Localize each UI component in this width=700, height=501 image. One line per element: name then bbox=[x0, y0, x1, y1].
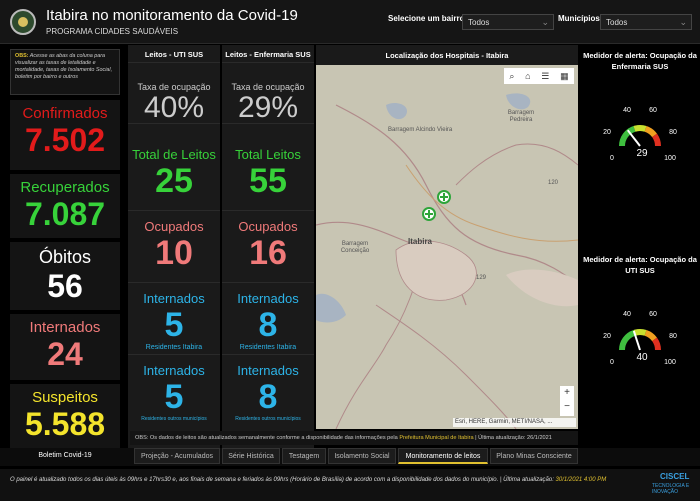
label-barragem-conceicao: Barragem Conceição bbox=[340, 241, 370, 254]
gauge-value: 29 bbox=[636, 148, 648, 159]
gauge-tick-label: 0 bbox=[610, 359, 614, 366]
chevron-down-icon: ⌄ bbox=[679, 17, 687, 27]
municipio-label: Municípios: bbox=[558, 14, 603, 23]
grid-icon[interactable]: ▦ bbox=[560, 71, 569, 82]
gauge-tick-label: 40 bbox=[623, 107, 631, 114]
gauge-band bbox=[619, 330, 636, 351]
uti-internados-outros: Internados 5 Residentes outros município… bbox=[141, 363, 207, 422]
tab-serie-historica[interactable]: Série Histórica bbox=[222, 448, 280, 464]
label-road-129: 129 bbox=[476, 275, 487, 281]
gauge-band bbox=[652, 337, 661, 351]
gauge-band bbox=[652, 133, 661, 147]
uti-taxa: Taxa de ocupação 40% bbox=[128, 64, 220, 124]
gauge-enfermaria-title: Medidor de alerta: Ocupação da Enfermari… bbox=[583, 51, 697, 71]
leitos-note: OBS: Os dados de leitos são atualizados … bbox=[130, 431, 578, 445]
enf-ocupados: Ocupados 16 bbox=[222, 213, 314, 283]
zoom-out-button[interactable]: − bbox=[560, 400, 574, 414]
page-subtitle: PROGRAMA CIDADES SAUDÁVEIS bbox=[46, 27, 179, 36]
gauge-uti-title: Medidor de alerta: Ocupação da UTI SUS bbox=[583, 255, 697, 275]
map-title: Localização dos Hospitais - Itabira bbox=[316, 45, 578, 65]
stat-suspeitos: Suspeitos 5.588 bbox=[10, 384, 120, 448]
bairro-label: Selecione um bairro: bbox=[388, 14, 468, 23]
enf-total: Total Leitos 55 bbox=[222, 141, 314, 211]
gauge-enfermaria: Medidor de alerta: Ocupação da Enfermari… bbox=[580, 50, 700, 197]
uti-internados: Internados 5 Residentes Itabira bbox=[128, 285, 220, 355]
gauge-value: 40 bbox=[636, 352, 648, 363]
enf-taxa: Taxa de ocupação 29% bbox=[222, 64, 314, 124]
gauge-tick-label: 20 bbox=[603, 333, 611, 340]
stat-internados: Internados 24 bbox=[10, 314, 120, 380]
enf-header: Leitos - Enfermaria SUS bbox=[222, 45, 314, 63]
page-title: Itabira no monitoramento da Covid-19 bbox=[46, 7, 298, 24]
enf-internados-outros: Internados 8 Residentes outros município… bbox=[235, 363, 301, 422]
obs-note: OBS: Acesse as abas da coluna para visua… bbox=[10, 49, 120, 95]
zoom-control: + − bbox=[560, 386, 574, 416]
brand-logo: CISCEL bbox=[660, 472, 690, 481]
tab-projecao[interactable]: Projeção - Acumulados bbox=[134, 448, 220, 464]
brand-sub: TECNOLOGIA E INOVAÇÃO bbox=[652, 483, 690, 495]
label-barragem-alcindo: Barragem Alcindo Vieira bbox=[388, 127, 453, 133]
gauge-band bbox=[633, 125, 647, 132]
uti-header: Leitos - UTI SUS bbox=[128, 45, 220, 63]
uti-column: Leitos - UTI SUS Taxa de ocupação 40% To… bbox=[128, 45, 220, 450]
stat-obitos: Óbitos 56 bbox=[10, 242, 120, 310]
list-icon[interactable]: ☰ bbox=[541, 71, 549, 82]
enf-internados: Internados 8 Residentes Itabira bbox=[222, 285, 314, 355]
stat-confirmados: Confirmados 7.502 bbox=[10, 100, 120, 170]
gauge-tick-label: 100 bbox=[664, 359, 676, 366]
label-itabira: Itabira bbox=[408, 237, 433, 246]
city-logo bbox=[10, 9, 36, 35]
gauge-band bbox=[644, 330, 657, 342]
chevron-down-icon: ⌄ bbox=[541, 17, 549, 27]
stat-recuperados: Recuperados 7.087 bbox=[10, 174, 120, 238]
gauge-tick-label: 100 bbox=[664, 155, 676, 162]
gauge-uti-dial: 40 0 20 40 60 80 100 bbox=[603, 311, 677, 366]
gauge-band bbox=[644, 126, 657, 138]
gauge-tick-label: 40 bbox=[623, 311, 631, 318]
prefeitura-link[interactable]: Prefeitura Municipal de Itabira bbox=[399, 435, 473, 441]
tab-plano-minas[interactable]: Plano Minas Consciente bbox=[490, 448, 578, 464]
home-icon[interactable]: ⌂ bbox=[525, 71, 530, 81]
footer: O painel é atualizado todos os dias útei… bbox=[0, 469, 700, 501]
enf-column: Leitos - Enfermaria SUS Taxa de ocupação… bbox=[222, 45, 314, 450]
municipio-select[interactable]: Todos ⌄ bbox=[600, 14, 692, 30]
tab-testagem[interactable]: Testagem bbox=[282, 448, 326, 464]
gauge-tick-label: 60 bbox=[649, 107, 657, 114]
tab-isolamento[interactable]: Isolamento Social bbox=[328, 448, 396, 464]
gauge-tick-label: 60 bbox=[649, 311, 657, 318]
label-road-120: 120 bbox=[548, 180, 559, 186]
map-attribution: Esri, HERE, Garmin, METI/NASA, ... bbox=[453, 418, 576, 427]
tab-boletim[interactable]: Boletim Covid-19 bbox=[10, 448, 120, 464]
uti-ocupados: Ocupados 10 bbox=[128, 213, 220, 283]
gauge-uti: Medidor de alerta: Ocupação da UTI SUS 4… bbox=[580, 254, 700, 401]
search-icon[interactable]: ⌕ bbox=[509, 71, 514, 82]
gauge-tick-label: 20 bbox=[603, 129, 611, 136]
gauge-tick-label: 80 bbox=[669, 333, 677, 340]
gauge-band bbox=[633, 329, 647, 336]
bairro-select[interactable]: Todos ⌄ bbox=[462, 14, 554, 30]
gauge-tick-label: 0 bbox=[610, 155, 614, 162]
zoom-in-button[interactable]: + bbox=[560, 386, 574, 400]
gauge-tick-label: 80 bbox=[669, 129, 677, 136]
uti-total: Total de Leitos 25 bbox=[128, 141, 220, 211]
label-barragem-pedreira: Barragem Pedreira bbox=[507, 110, 535, 123]
map-terrain bbox=[316, 45, 578, 429]
map-toolbar: ⌕ ⌂ ☰ ▦ bbox=[504, 68, 574, 84]
hospital-map[interactable]: Barragem Alcindo Vieira Barragem Pedreir… bbox=[316, 45, 578, 429]
gauge-needle bbox=[626, 129, 641, 147]
tab-monitoramento[interactable]: Monitoramento de leitos bbox=[398, 448, 488, 464]
gauge-enfermaria-dial: 29 0 20 40 60 80 100 bbox=[603, 107, 677, 162]
